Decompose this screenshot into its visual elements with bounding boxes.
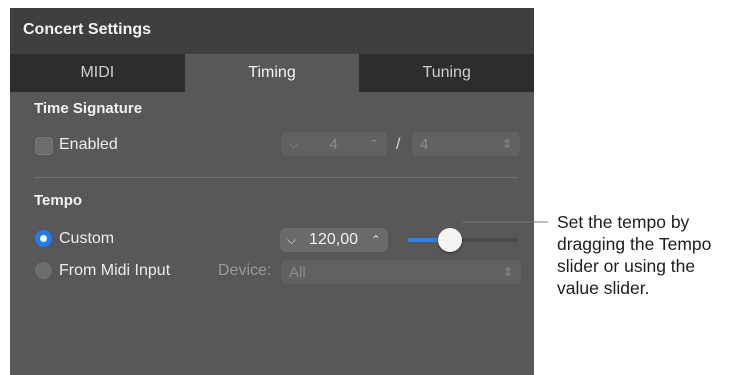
chevron-down-icon[interactable]: ⌵ bbox=[287, 233, 296, 248]
updown-icon: ⇕ bbox=[502, 265, 513, 279]
tempo-title: Tempo bbox=[34, 192, 83, 209]
tab-tuning[interactable]: Tuning bbox=[359, 54, 534, 92]
tab-bar: MIDI Timing Tuning bbox=[10, 54, 534, 92]
tab-timing[interactable]: Timing bbox=[184, 54, 360, 92]
chevron-up-icon[interactable]: ⌃ bbox=[369, 137, 379, 151]
concert-settings-panel: Concert Settings MIDI Timing Tuning Time… bbox=[10, 8, 534, 375]
panel-title: Concert Settings bbox=[23, 21, 152, 38]
tempo-slider-knob[interactable] bbox=[437, 228, 462, 252]
chevron-down-icon[interactable]: ⌵ bbox=[289, 137, 298, 152]
device-label: Device: bbox=[218, 262, 272, 279]
panel-header: Concert Settings bbox=[10, 8, 534, 54]
callout-text: Set the tempo by dragging the Tempo slid… bbox=[557, 212, 712, 298]
section-divider bbox=[34, 177, 518, 178]
time-signature-separator: / bbox=[396, 136, 401, 153]
enabled-label: Enabled bbox=[59, 136, 118, 153]
tab-midi[interactable]: MIDI bbox=[10, 54, 185, 92]
enabled-checkbox[interactable] bbox=[35, 137, 53, 155]
tempo-value-stepper[interactable]: ⌵ 120,00 ⌃ bbox=[280, 228, 388, 252]
device-value: All bbox=[289, 263, 306, 281]
chevron-up-icon[interactable]: ⌃ bbox=[371, 233, 381, 247]
numerator-value: 4 bbox=[329, 135, 338, 153]
updown-icon: ⇕ bbox=[501, 137, 512, 151]
denominator-value: 4 bbox=[420, 135, 429, 153]
denominator-select[interactable]: 4 ⇕ bbox=[412, 132, 520, 156]
numerator-stepper[interactable]: ⌵ 4 ⌃ bbox=[281, 132, 387, 156]
from-midi-radio[interactable] bbox=[35, 262, 52, 279]
time-signature-title: Time Signature bbox=[34, 100, 143, 117]
device-select[interactable]: All ⇕ bbox=[281, 260, 521, 284]
from-midi-label: From Midi Input bbox=[59, 262, 171, 279]
tempo-value: 120,00 bbox=[309, 231, 358, 248]
custom-label: Custom bbox=[59, 230, 115, 247]
custom-radio[interactable] bbox=[35, 230, 52, 247]
